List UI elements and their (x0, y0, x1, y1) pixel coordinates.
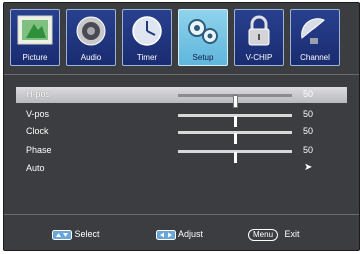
phase-slider[interactable] (178, 150, 292, 163)
setting-label: H-pos (26, 89, 51, 99)
clock-icon (132, 16, 162, 46)
tab-label: Timer (136, 53, 158, 62)
clock-slider[interactable] (178, 131, 292, 144)
menu-key-icon: Menu (248, 229, 279, 241)
h-pos-slider[interactable] (178, 94, 292, 107)
setting-value: 50 (303, 109, 314, 119)
tab-label: Audio (80, 53, 102, 62)
tab-vchip[interactable]: V-CHIP (234, 9, 284, 66)
setting-row-v-pos[interactable]: V-pos 50 (16, 107, 347, 127)
setting-label: Auto (26, 163, 45, 173)
setting-row-clock[interactable]: Clock 50 (16, 124, 347, 144)
adjust-hint: Adjust (156, 229, 203, 240)
tab-label: Channel (300, 53, 330, 62)
setting-row-phase[interactable]: Phase 50 (16, 143, 347, 163)
tab-label: Setup (192, 53, 214, 62)
tab-timer[interactable]: Timer (122, 9, 172, 66)
tab-audio[interactable]: Audio (66, 9, 116, 66)
left-right-keys-icon (156, 229, 176, 240)
v-pos-slider[interactable] (178, 114, 292, 127)
tab-channel[interactable]: Channel (290, 9, 340, 66)
exit-label: Exit (284, 229, 300, 239)
setting-row-auto[interactable]: Auto ➤ (16, 161, 347, 177)
tab-picture[interactable]: Picture (10, 9, 60, 66)
select-label: Select (74, 229, 100, 239)
tab-label: V-CHIP (245, 53, 273, 62)
gears-icon (188, 19, 218, 44)
osd-menu: Picture Audio Timer Setup V-CHIP Channel… (3, 2, 360, 251)
setting-value: 50 (303, 126, 314, 136)
setting-label: V-pos (26, 109, 50, 119)
up-down-keys-icon (52, 229, 72, 240)
slider-knob[interactable] (234, 96, 237, 107)
satellite-dish-icon (301, 18, 325, 44)
lock-icon (248, 15, 270, 46)
setup-settings-list: H-pos 50 V-pos 50 Clock 50 Phase 50 Auto… (4, 74, 359, 215)
enter-arrow-icon[interactable]: ➤ (304, 162, 312, 173)
exit-hint: Menu Exit (248, 229, 300, 241)
adjust-label: Adjust (178, 229, 204, 239)
speaker-icon (76, 16, 106, 46)
setting-label: Clock (26, 126, 49, 136)
setting-row-h-pos[interactable]: H-pos 50 (16, 87, 347, 107)
picture-icon (17, 15, 53, 45)
footer-hints: Select Adjust Menu Exit (4, 214, 359, 251)
tab-setup[interactable]: Setup (178, 9, 228, 66)
setting-value: 50 (303, 145, 314, 155)
setting-value: 50 (303, 89, 314, 99)
setting-label: Phase (26, 145, 52, 155)
tab-label: Picture (22, 53, 48, 62)
menu-tab-bar: Picture Audio Timer Setup V-CHIP Channel (10, 9, 353, 69)
select-hint: Select (52, 229, 100, 240)
